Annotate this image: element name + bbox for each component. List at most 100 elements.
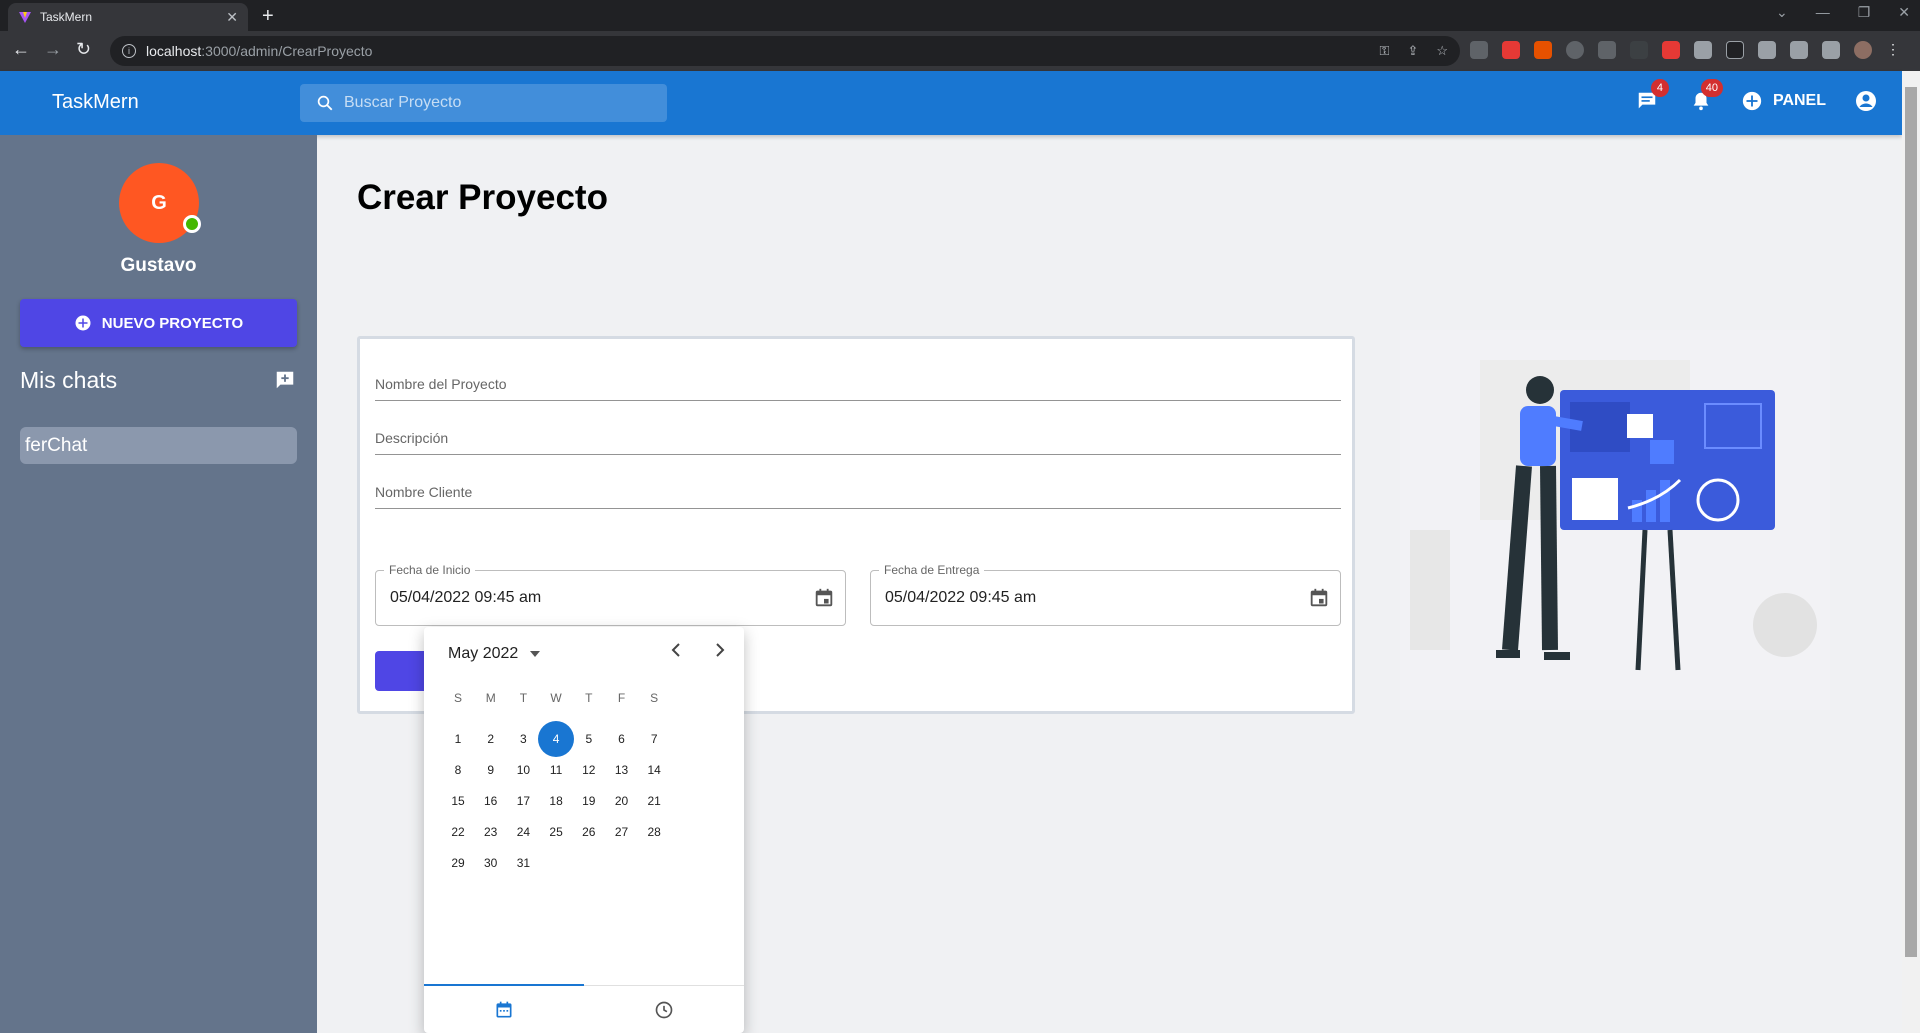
tab-search-icon[interactable]: ⌄ [1776,4,1788,21]
panel-button[interactable]: PANEL [1741,90,1826,112]
sidebar: G Gustavo NUEVO PROYECTO Mis chats ferCh… [0,135,317,1033]
reload-icon[interactable]: ↻ [76,39,91,60]
browser-toolbar: ← → ↻ i localhost:3000/admin/CrearProyec… [0,31,1920,71]
new-project-label: NUEVO PROYECTO [101,314,244,332]
calendar-day[interactable]: 25 [538,814,574,850]
key-icon[interactable]: ⚿ [1380,43,1390,59]
calendar-day[interactable]: 29 [440,845,476,881]
notifications-badge: 40 [1700,79,1723,97]
add-circle-icon [1742,91,1762,111]
description-input[interactable] [375,430,1341,446]
messages-badge: 4 [1650,79,1669,97]
chat-item[interactable]: ferChat [20,427,297,464]
calendar-day[interactable]: 30 [473,845,509,881]
chats-title: Mis chats [20,367,118,393]
calendar-icon[interactable] [813,587,835,609]
calendar-icon [496,1001,512,1017]
new-tab-icon[interactable]: + [262,5,274,28]
browser-tab-title: TaskMern [40,10,93,24]
extension-icon[interactable] [1662,41,1680,59]
star-icon[interactable]: ☆ [1436,43,1448,59]
username: Gustavo [120,255,197,276]
panel-label: PANEL [1772,92,1826,109]
share-icon[interactable]: ⇪ [1407,43,1418,59]
app-bar: TaskMern 4 40 PANEL [0,71,1902,135]
project-name-field [375,351,1341,401]
brand-logo[interactable]: TaskMern [52,91,139,114]
forward-icon[interactable]: → [44,39,62,60]
window-controls: ⌄ — ❐ ✕ [1776,4,1910,21]
restore-icon[interactable]: ❐ [1858,4,1871,21]
account-button[interactable] [1852,87,1880,115]
extension-icon[interactable] [1470,41,1488,59]
puzzle-icon[interactable] [1758,41,1776,59]
extension-icon[interactable] [1694,41,1712,59]
client-name-input[interactable] [375,484,1341,500]
avatar[interactable]: G [119,163,201,243]
add-comment-icon [276,371,294,389]
reading-list-icon[interactable] [1790,41,1808,59]
online-status-dot [183,215,201,233]
minimize-icon[interactable]: — [1816,4,1830,21]
browser-tab[interactable]: TaskMern ✕ [8,3,248,31]
month-year-selector[interactable]: May 2022 [448,645,541,663]
close-window-icon[interactable]: ✕ [1898,4,1910,21]
account-circle-icon [1856,91,1876,111]
extension-icon[interactable] [1630,41,1648,59]
extension-icon[interactable] [1502,41,1520,59]
search-icon [317,95,333,111]
weekday-label: S [650,691,659,705]
url-path: :3000/admin/CrearProyecto [201,43,373,59]
calendar-day[interactable]: 31 [505,845,541,881]
end-date-value: 05/04/2022 09:45 am [885,589,1037,606]
search-input[interactable] [344,94,644,112]
description-field [375,405,1341,455]
address-bar[interactable]: i localhost:3000/admin/CrearProyecto ⚿ ⇪… [110,36,1460,66]
client-name-field [375,459,1341,509]
calendar-icon[interactable] [1308,587,1330,609]
tab-date[interactable] [424,986,584,1033]
chat-item-label: ferChat [25,434,88,456]
prev-month-icon[interactable] [670,643,682,657]
picker-year: 2022 [482,645,519,662]
start-date-field[interactable]: Fecha de Inicio 05/04/2022 09:45 am [375,563,846,626]
tab-time[interactable] [584,986,744,1033]
project-board-illustration [1400,330,1830,710]
search-box[interactable] [300,84,667,122]
add-chat-button[interactable] [274,369,296,396]
new-project-button[interactable]: NUEVO PROYECTO [20,299,297,347]
clock-icon [655,1001,673,1018]
extension-icon[interactable] [1534,41,1552,59]
url-host: localhost [146,43,202,59]
avatar-letter: G [151,191,167,214]
active-tab-indicator [424,984,584,986]
page-title: Crear Proyecto [357,178,608,217]
page-scrollbar[interactable] [1902,71,1920,1033]
next-month-icon[interactable] [714,643,726,657]
project-name-input[interactable] [375,376,1341,392]
extensions-area: ⋮ [1470,41,1900,59]
menu-icon[interactable]: ⋮ [1886,41,1900,59]
close-tab-icon[interactable]: ✕ [226,9,238,26]
calendar-day[interactable]: 28 [636,814,672,850]
browser-tab-strip: TaskMern ✕ + ⌄ — ❐ ✕ [0,0,1920,31]
side-panel-icon[interactable] [1822,41,1840,59]
vite-icon [19,12,31,23]
picker-month: May [448,645,479,662]
dropdown-arrow-icon [530,651,541,657]
site-info-icon[interactable]: i [122,44,136,58]
notifications-button[interactable]: 40 [1687,79,1723,115]
extension-icon[interactable] [1566,41,1584,59]
profile-icon[interactable] [1854,41,1872,59]
messages-button[interactable]: 4 [1633,79,1669,115]
end-date-label: Fecha de Entrega [879,563,985,577]
calendar-day[interactable]: 27 [604,814,640,850]
back-icon[interactable]: ← [12,39,30,60]
scrollbar-thumb[interactable] [1905,87,1917,957]
add-circle-icon [75,315,91,331]
extension-icon[interactable] [1726,41,1744,59]
calendar-day[interactable]: 26 [571,814,607,850]
end-date-field[interactable]: Fecha de Entrega 05/04/2022 09:45 am [870,563,1341,626]
extension-icon[interactable] [1598,41,1616,59]
date-picker-popup: May 2022 S M T W T F S 1 2 3 4 5 6 7 8 9 10 11 12 13 14 15 16 1… [424,627,744,1033]
